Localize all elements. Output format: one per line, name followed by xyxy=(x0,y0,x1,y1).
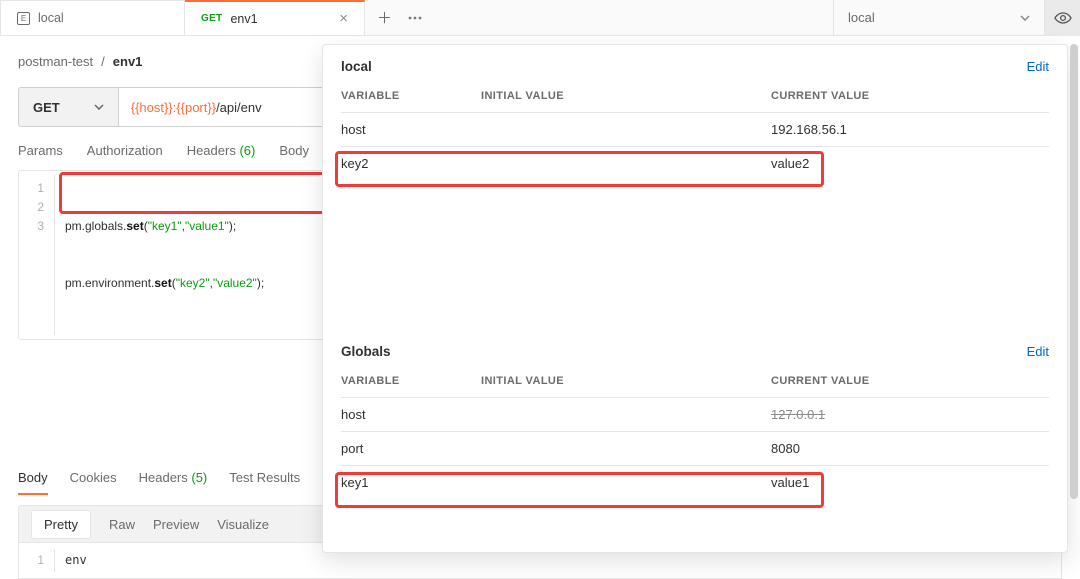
resp-tab-headers-count: (5) xyxy=(191,470,207,485)
breadcrumb-sep: / xyxy=(101,54,105,69)
tab-request[interactable]: GET env1 × xyxy=(185,0,365,35)
subtab-auth[interactable]: Authorization xyxy=(87,143,163,158)
section-title: Globals xyxy=(341,344,1049,359)
subtab-params[interactable]: Params xyxy=(18,143,63,158)
resp-view-preview[interactable]: Preview xyxy=(153,517,199,532)
highlight-box xyxy=(59,172,334,214)
close-icon[interactable]: × xyxy=(339,10,348,27)
var-init xyxy=(481,397,771,431)
resp-code[interactable]: env xyxy=(55,549,97,572)
edit-button[interactable]: Edit xyxy=(1027,344,1049,359)
subtab-body[interactable]: Body xyxy=(279,143,309,158)
chevron-down-icon xyxy=(1020,15,1030,21)
var-init xyxy=(481,112,771,146)
env-quicklook-button[interactable] xyxy=(1044,0,1080,36)
var-cur: 192.168.56.1 xyxy=(771,112,1049,146)
method-dropdown[interactable]: GET xyxy=(18,87,118,127)
col-current: CURRENT VALUE xyxy=(771,80,1049,112)
resp-tab-headers-label: Headers xyxy=(139,470,188,485)
subtab-headers[interactable]: Headers (6) xyxy=(187,143,256,158)
var-name: host xyxy=(341,397,481,431)
env-quicklook-panel: local Edit VARIABLE INITIAL VALUE CURREN… xyxy=(322,44,1068,553)
env-selector: local xyxy=(833,0,1080,36)
col-current: CURRENT VALUE xyxy=(771,365,1049,397)
breadcrumb-request: env1 xyxy=(113,54,143,69)
method-label: GET xyxy=(33,100,60,115)
tab-environment[interactable]: E local xyxy=(0,0,185,35)
env-dropdown[interactable]: local xyxy=(834,0,1044,36)
var-cur: 127.0.0.1 xyxy=(771,397,1049,431)
subtab-headers-count: (6) xyxy=(239,143,255,158)
tab-label: local xyxy=(38,11,64,25)
url-path: /api/env xyxy=(216,100,262,115)
resp-gutter: 1 xyxy=(19,549,55,572)
col-initial: INITIAL VALUE xyxy=(481,80,771,112)
highlight-box xyxy=(335,472,824,508)
lineno: 3 xyxy=(19,217,44,236)
env-dropdown-label: local xyxy=(848,10,875,25)
resp-tab-tests[interactable]: Test Results xyxy=(229,470,300,495)
section-local: local Edit VARIABLE INITIAL VALUE CURREN… xyxy=(341,59,1049,180)
var-name: host xyxy=(341,112,481,146)
section-globals: Globals Edit VARIABLE INITIAL VALUE CURR… xyxy=(341,344,1049,499)
tab-bar-tools: ＋ local xyxy=(365,0,1080,35)
chevron-down-icon xyxy=(94,104,104,110)
col-variable: VARIABLE xyxy=(341,365,481,397)
edit-button[interactable]: Edit xyxy=(1027,59,1049,74)
lineno: 2 xyxy=(19,198,44,217)
highlight-box xyxy=(335,151,824,187)
breadcrumb-collection[interactable]: postman-test xyxy=(18,54,93,69)
resp-view-pretty[interactable]: Pretty xyxy=(31,510,91,539)
resp-tab-body[interactable]: Body xyxy=(18,470,48,495)
scrollbar[interactable] xyxy=(1070,44,1078,499)
lineno: 1 xyxy=(19,551,44,570)
subtab-headers-label: Headers xyxy=(187,143,236,158)
lineno: 1 xyxy=(19,179,44,198)
tab-method: GET xyxy=(201,13,222,24)
section-title: local xyxy=(341,59,1049,74)
resp-tab-cookies[interactable]: Cookies xyxy=(70,470,117,495)
resp-view-raw[interactable]: Raw xyxy=(109,517,135,532)
editor-gutter: 1 2 3 xyxy=(19,175,55,335)
env-icon: E xyxy=(17,12,30,25)
new-tab-button[interactable]: ＋ xyxy=(377,7,392,28)
col-initial: INITIAL VALUE xyxy=(481,365,771,397)
var-cur: 8080 xyxy=(771,431,1049,465)
resp-view-visualize[interactable]: Visualize xyxy=(217,517,269,532)
tab-bar: E local GET env1 × ＋ local xyxy=(0,0,1080,36)
url-var: {{host}}:{{port}} xyxy=(131,100,216,115)
resp-tab-headers[interactable]: Headers (5) xyxy=(139,470,208,495)
col-variable: VARIABLE xyxy=(341,80,481,112)
tab-label: env1 xyxy=(230,12,257,26)
tab-more-button[interactable] xyxy=(408,16,422,20)
var-init xyxy=(481,431,771,465)
var-name: port xyxy=(341,431,481,465)
